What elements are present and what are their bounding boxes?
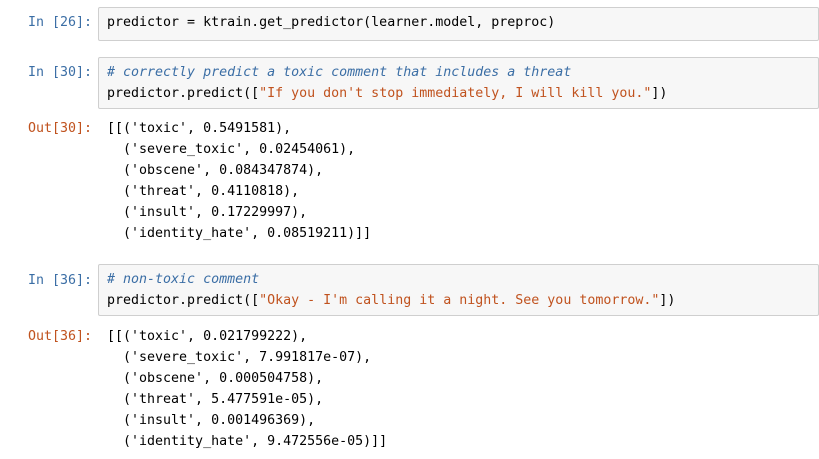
code-call: predictor.predict([: [107, 293, 260, 308]
out-prompt: Out[30]:: [27, 121, 92, 136]
output-line: ('identity_hate', 0.08519211)]]: [107, 226, 372, 241]
code-call: predictor.predict([: [107, 86, 260, 101]
code-close: ]): [659, 293, 676, 308]
code-string: "If you don't stop immediately, I will k…: [259, 86, 652, 101]
code-cell-input[interactable]: # correctly predict a toxic comment that…: [98, 57, 819, 109]
in-prompt: In [30]:: [27, 65, 92, 80]
code-comment: # correctly predict a toxic comment that…: [107, 65, 572, 80]
code-comment: # non-toxic comment: [107, 272, 260, 287]
code-string: "Okay - I'm calling it a night. See you …: [259, 293, 660, 308]
out-prompt: Out[36]:: [27, 329, 92, 344]
output-line: ('identity_hate', 9.472556e-05)]]: [107, 434, 388, 449]
output-line: ('threat', 0.4110818),: [107, 184, 300, 199]
code-line: predictor.predict(["If you don't stop im…: [107, 83, 810, 104]
in-prompt: In [26]:: [27, 15, 92, 30]
code-line: predictor = ktrain.get_predictor(learner…: [107, 15, 556, 30]
cell-output: [[('toxic', 0.5491581), ('severe_toxic',…: [107, 118, 371, 244]
code-cell-input[interactable]: # non-toxic comment predictor.predict(["…: [98, 264, 819, 316]
output-line: ('severe_toxic', 0.02454061),: [107, 142, 356, 157]
cell-output: [[('toxic', 0.021799222), ('severe_toxic…: [107, 326, 387, 452]
code-cell-input[interactable]: predictor = ktrain.get_predictor(learner…: [98, 7, 819, 41]
output-line: ('threat', 5.477591e-05),: [107, 392, 324, 407]
code-close: ]): [651, 86, 668, 101]
output-line: ('insult', 0.001496369),: [107, 413, 316, 428]
output-line: ('insult', 0.17229997),: [107, 205, 308, 220]
in-prompt: In [36]:: [27, 273, 92, 288]
output-line: ('obscene', 0.000504758),: [107, 371, 324, 386]
code-line: predictor.predict(["Okay - I'm calling i…: [107, 290, 810, 311]
output-line: [[('toxic', 0.021799222),: [107, 329, 308, 344]
output-line: ('obscene', 0.084347874),: [107, 163, 324, 178]
output-line: [[('toxic', 0.5491581),: [107, 121, 292, 136]
output-line: ('severe_toxic', 7.991817e-07),: [107, 350, 372, 365]
